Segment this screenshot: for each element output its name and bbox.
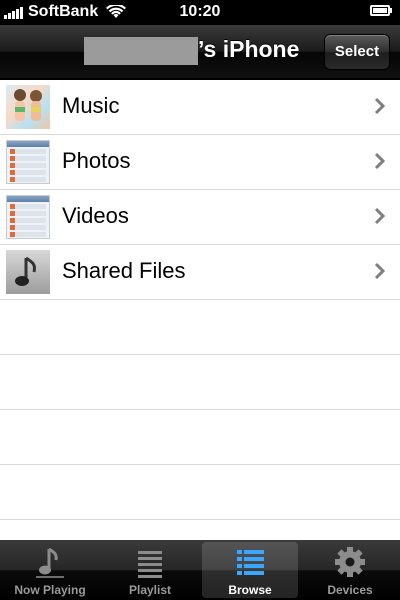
select-button[interactable]: Select [324,34,390,70]
chevron-right-icon [374,97,386,115]
tab-label: Playlist [128,583,172,597]
tab-label: Devices [327,583,373,597]
chevron-right-icon [374,152,386,170]
chevron-right-icon [374,207,386,225]
tab-browse[interactable]: Browse [200,540,300,600]
empty-row [0,465,400,520]
empty-row [0,355,400,410]
redacted-name [84,37,198,65]
empty-row [0,410,400,465]
list-item-shared-files[interactable]: Shared Files [0,245,400,300]
list-item-label: Photos [62,148,131,173]
battery-icon [370,5,392,16]
tab-label: Now Playing [14,583,86,597]
list-item-label: Music [62,93,120,118]
browse-table: Music Photos Videos Shared Files [0,80,400,540]
page-title: ’s iPhone [198,36,300,62]
chevron-right-icon [374,262,386,280]
browse-list-icon [237,550,264,575]
music-note-icon [6,250,50,294]
empty-row [0,520,400,540]
gear-icon [335,547,365,577]
status-time: 10:20 [179,3,221,20]
screenshot-thumbnail [6,140,50,184]
tab-bar: Now Playing Playlist Browse Devices [0,540,400,600]
tab-devices[interactable]: Devices [300,540,400,600]
list-item-photos[interactable]: Photos [0,135,400,190]
list-item-label: Videos [62,203,129,228]
list-item-label: Shared Files [62,258,186,283]
tab-now-playing[interactable]: Now Playing [0,540,100,600]
screenshot-thumbnail [6,195,50,239]
list-item-videos[interactable]: Videos [0,190,400,245]
list-icon [138,551,162,578]
navigation-bar: ’s iPhone Select [0,25,400,79]
photo-thumbnail [6,85,50,129]
empty-row [0,300,400,355]
music-note-icon [36,547,64,578]
tab-label: Browse [228,583,272,597]
status-bar: SoftBank 10:20 [0,0,400,25]
list-item-music[interactable]: Music [0,80,400,135]
tab-playlist[interactable]: Playlist [100,540,200,600]
